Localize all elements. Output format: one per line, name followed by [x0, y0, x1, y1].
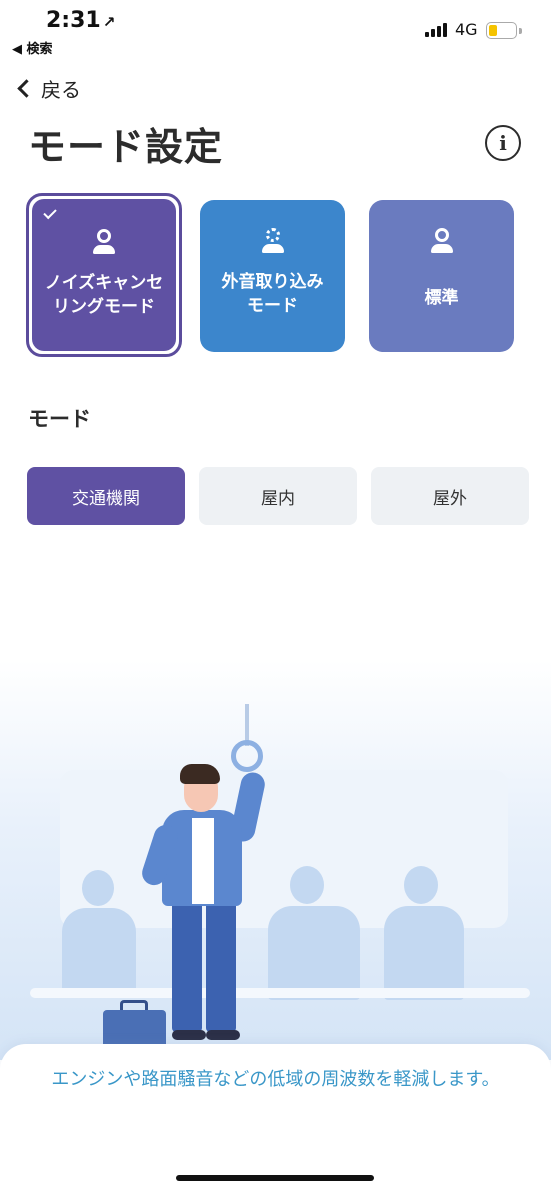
back-button[interactable]: 戻る — [14, 74, 81, 103]
train-window — [60, 770, 508, 928]
mode-card-label: 外音取り込み モード — [216, 270, 330, 318]
back-label: 戻る — [41, 78, 81, 102]
location-arrow-icon: ↗ — [102, 13, 116, 31]
signal-icon — [425, 23, 447, 37]
mode-card-label-line2: リングモード — [53, 297, 155, 317]
time-text: 2:31 — [46, 8, 101, 33]
person-icon — [429, 228, 455, 254]
mode-description: エンジンや路面騒音などの低域の周波数を軽減します。 — [51, 1069, 500, 1090]
status-time: 2:31 ↗ — [46, 8, 115, 33]
info-button[interactable]: i — [485, 125, 521, 161]
description-sheet: エンジンや路面騒音などの低域の周波数を軽減します。 — [0, 1044, 551, 1192]
hand-ring — [231, 740, 263, 772]
passenger-body — [268, 906, 360, 1000]
person-shirt — [192, 818, 214, 904]
checkmark-icon — [43, 205, 57, 220]
back-to-search-link[interactable]: ◀ 検索 — [12, 38, 53, 57]
mode-option-transit[interactable]: 交通機関 — [27, 467, 185, 525]
person-shoe — [206, 1030, 240, 1040]
passenger-head — [290, 866, 324, 904]
passenger-head — [404, 866, 438, 904]
network-type: 4G — [455, 20, 478, 39]
status-bar: 2:31 ↗ ◀ 検索 4G — [0, 0, 551, 60]
battery-tip — [519, 28, 522, 34]
chevron-left-icon — [17, 79, 36, 98]
home-indicator[interactable] — [176, 1175, 374, 1181]
person-leg — [172, 902, 202, 1032]
mode-card-label: ノイズキャンセ リングモード — [39, 271, 170, 319]
mode-card-noise-cancelling[interactable]: ノイズキャンセ リングモード — [26, 193, 182, 357]
commuter-illustration — [0, 660, 551, 1060]
mode-card-label-line2: モード — [247, 296, 298, 316]
mode-card-label-line1: 外音取り込み — [221, 272, 324, 292]
person-leg — [206, 902, 236, 1032]
mode-option-indoor[interactable]: 屋内 — [199, 467, 357, 525]
mode-section-title: モード — [28, 407, 91, 431]
bench — [30, 988, 530, 998]
passenger-head — [82, 870, 114, 906]
passenger-body — [384, 906, 464, 1000]
person-shoe — [172, 1030, 206, 1040]
mode-option-outdoor[interactable]: 屋外 — [371, 467, 529, 525]
mode-card-label: 標準 — [419, 286, 465, 310]
passenger-body — [62, 908, 136, 998]
person-dashed-icon — [260, 228, 286, 254]
mode-card-standard[interactable]: 標準 — [369, 200, 514, 352]
person-hair — [180, 764, 220, 784]
mode-card-ambient[interactable]: 外音取り込み モード — [200, 200, 345, 352]
info-icon: i — [499, 131, 507, 155]
page-title: モード設定 — [28, 125, 224, 169]
battery-icon — [486, 22, 517, 39]
mode-card-label-line1: ノイズキャンセ — [44, 273, 164, 293]
mode-card-label-line1: 標準 — [424, 288, 459, 308]
person-icon — [91, 229, 117, 255]
